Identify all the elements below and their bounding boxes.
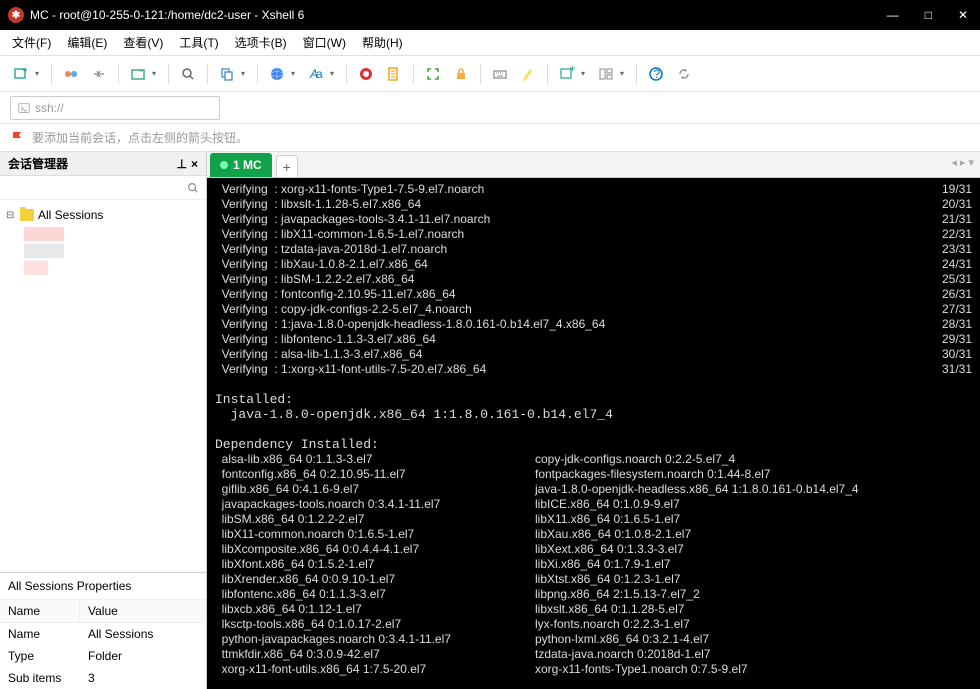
disconnect-button[interactable] bbox=[88, 63, 110, 85]
menubar: 文件(F) 编辑(E) 查看(V) 工具(T) 选项卡(B) 窗口(W) 帮助(… bbox=[0, 30, 980, 56]
hintbar: 要添加当前会话，点击左侧的箭头按钮。 bbox=[0, 124, 980, 152]
tab-mc[interactable]: 1 MC bbox=[210, 153, 272, 177]
expand-icon[interactable]: ⊟ bbox=[6, 210, 16, 221]
ssh-icon bbox=[17, 101, 31, 115]
dropdown-icon[interactable]: ▾ bbox=[152, 69, 160, 78]
keyboard-button[interactable] bbox=[489, 63, 511, 85]
panel-title: 会话管理器 bbox=[8, 155, 68, 172]
properties-panel: All Sessions Properties Name Value NameA… bbox=[0, 572, 206, 689]
properties-row: NameAll Sessions bbox=[0, 623, 206, 645]
prop-key: Type bbox=[0, 645, 80, 667]
menu-file[interactable]: 文件(F) bbox=[12, 34, 51, 51]
window-title: MC - root@10-255-0-121:/home/dc2-user - … bbox=[30, 8, 304, 22]
dropdown-icon[interactable]: ▾ bbox=[581, 69, 589, 78]
prop-value: Folder bbox=[80, 645, 206, 667]
flag-icon bbox=[10, 130, 26, 146]
dropdown-icon[interactable]: ▾ bbox=[241, 69, 249, 78]
new-tab-button[interactable]: + bbox=[276, 155, 298, 177]
lock-button[interactable] bbox=[450, 63, 472, 85]
sync-button[interactable] bbox=[673, 63, 695, 85]
copy-button[interactable] bbox=[216, 63, 238, 85]
pin-button[interactable]: ⊥ bbox=[177, 157, 187, 171]
menu-window[interactable]: 窗口(W) bbox=[303, 34, 346, 51]
svg-text:?: ? bbox=[654, 67, 661, 81]
menu-edit[interactable]: 编辑(E) bbox=[67, 34, 107, 51]
status-dot-icon bbox=[220, 161, 228, 169]
session-item[interactable] bbox=[24, 244, 64, 258]
menu-tabs[interactable]: 选项卡(B) bbox=[235, 34, 287, 51]
new-session-button[interactable] bbox=[10, 63, 32, 85]
address-input[interactable]: ssh:// bbox=[10, 96, 220, 120]
font-button[interactable]: Aa bbox=[305, 63, 327, 85]
search-icon[interactable] bbox=[186, 181, 200, 195]
tab-nav[interactable]: ◂ ▸ ▾ bbox=[951, 156, 974, 169]
titlebar: ✱ MC - root@10-255-0-121:/home/dc2-user … bbox=[0, 0, 980, 30]
dropdown-icon[interactable]: ▾ bbox=[620, 69, 628, 78]
session-item[interactable] bbox=[24, 227, 64, 241]
prop-key: Name bbox=[0, 623, 80, 645]
menu-tools[interactable]: 工具(T) bbox=[179, 34, 218, 51]
properties-header: Name Value bbox=[0, 600, 206, 623]
svg-text:+: + bbox=[569, 66, 575, 75]
script-button[interactable] bbox=[383, 63, 405, 85]
layout-button[interactable] bbox=[595, 63, 617, 85]
maximize-button[interactable]: □ bbox=[921, 8, 936, 22]
panel-close-button[interactable]: × bbox=[191, 157, 198, 171]
tree-root-label: All Sessions bbox=[38, 208, 103, 222]
col-value: Value bbox=[80, 600, 206, 622]
addressbar: ssh:// bbox=[0, 92, 980, 124]
fullscreen-button[interactable] bbox=[422, 63, 444, 85]
session-tree: ⊟ All Sessions bbox=[0, 200, 206, 572]
help-button[interactable]: ? bbox=[645, 63, 667, 85]
dropdown-icon[interactable]: ▾ bbox=[35, 69, 43, 78]
prop-key: Sub items bbox=[0, 667, 80, 689]
session-item[interactable] bbox=[24, 261, 48, 275]
prop-value: All Sessions bbox=[80, 623, 206, 645]
terminal[interactable]: Verifying : xorg-x11-fonts-Type1-7.5-9.e… bbox=[207, 178, 980, 689]
hint-text: 要添加当前会话，点击左侧的箭头按钮。 bbox=[32, 129, 248, 146]
search-button[interactable] bbox=[177, 63, 199, 85]
tab-label: 1 MC bbox=[233, 158, 262, 172]
minimize-button[interactable]: — bbox=[883, 8, 903, 22]
dropdown-icon[interactable]: ▾ bbox=[291, 69, 299, 78]
globe-button[interactable] bbox=[266, 63, 288, 85]
open-button[interactable] bbox=[127, 63, 149, 85]
tree-root[interactable]: ⊟ All Sessions bbox=[6, 206, 200, 224]
properties-row: TypeFolder bbox=[0, 645, 206, 667]
panel-search-row bbox=[0, 176, 206, 200]
dropdown-icon[interactable]: ▾ bbox=[330, 69, 338, 78]
session-manager-panel: 会话管理器 ⊥ × ⊟ All Sessions All Sessions Pr… bbox=[0, 152, 207, 689]
toolbar: ▾ ▾ ▾ ▾ Aa ▾ + ▾ ▾ ? bbox=[0, 56, 980, 92]
panel-header: 会话管理器 ⊥ × bbox=[0, 152, 206, 176]
app-icon: ✱ bbox=[8, 7, 24, 23]
prop-value: 3 bbox=[80, 667, 206, 689]
properties-row: Sub items3 bbox=[0, 667, 206, 689]
menu-help[interactable]: 帮助(H) bbox=[362, 34, 403, 51]
address-protocol: ssh:// bbox=[35, 101, 64, 115]
properties-title: All Sessions Properties bbox=[0, 573, 206, 600]
col-name: Name bbox=[0, 600, 80, 622]
menu-view[interactable]: 查看(V) bbox=[123, 34, 163, 51]
svg-text:a: a bbox=[316, 67, 323, 81]
record-button[interactable] bbox=[355, 63, 377, 85]
tabstrip: 1 MC + ◂ ▸ ▾ bbox=[207, 152, 980, 178]
reconnect-button[interactable] bbox=[60, 63, 82, 85]
close-button[interactable]: ✕ bbox=[954, 8, 972, 22]
folder-icon bbox=[20, 209, 34, 221]
highlight-button[interactable] bbox=[517, 63, 539, 85]
new-window-button[interactable]: + bbox=[556, 63, 578, 85]
